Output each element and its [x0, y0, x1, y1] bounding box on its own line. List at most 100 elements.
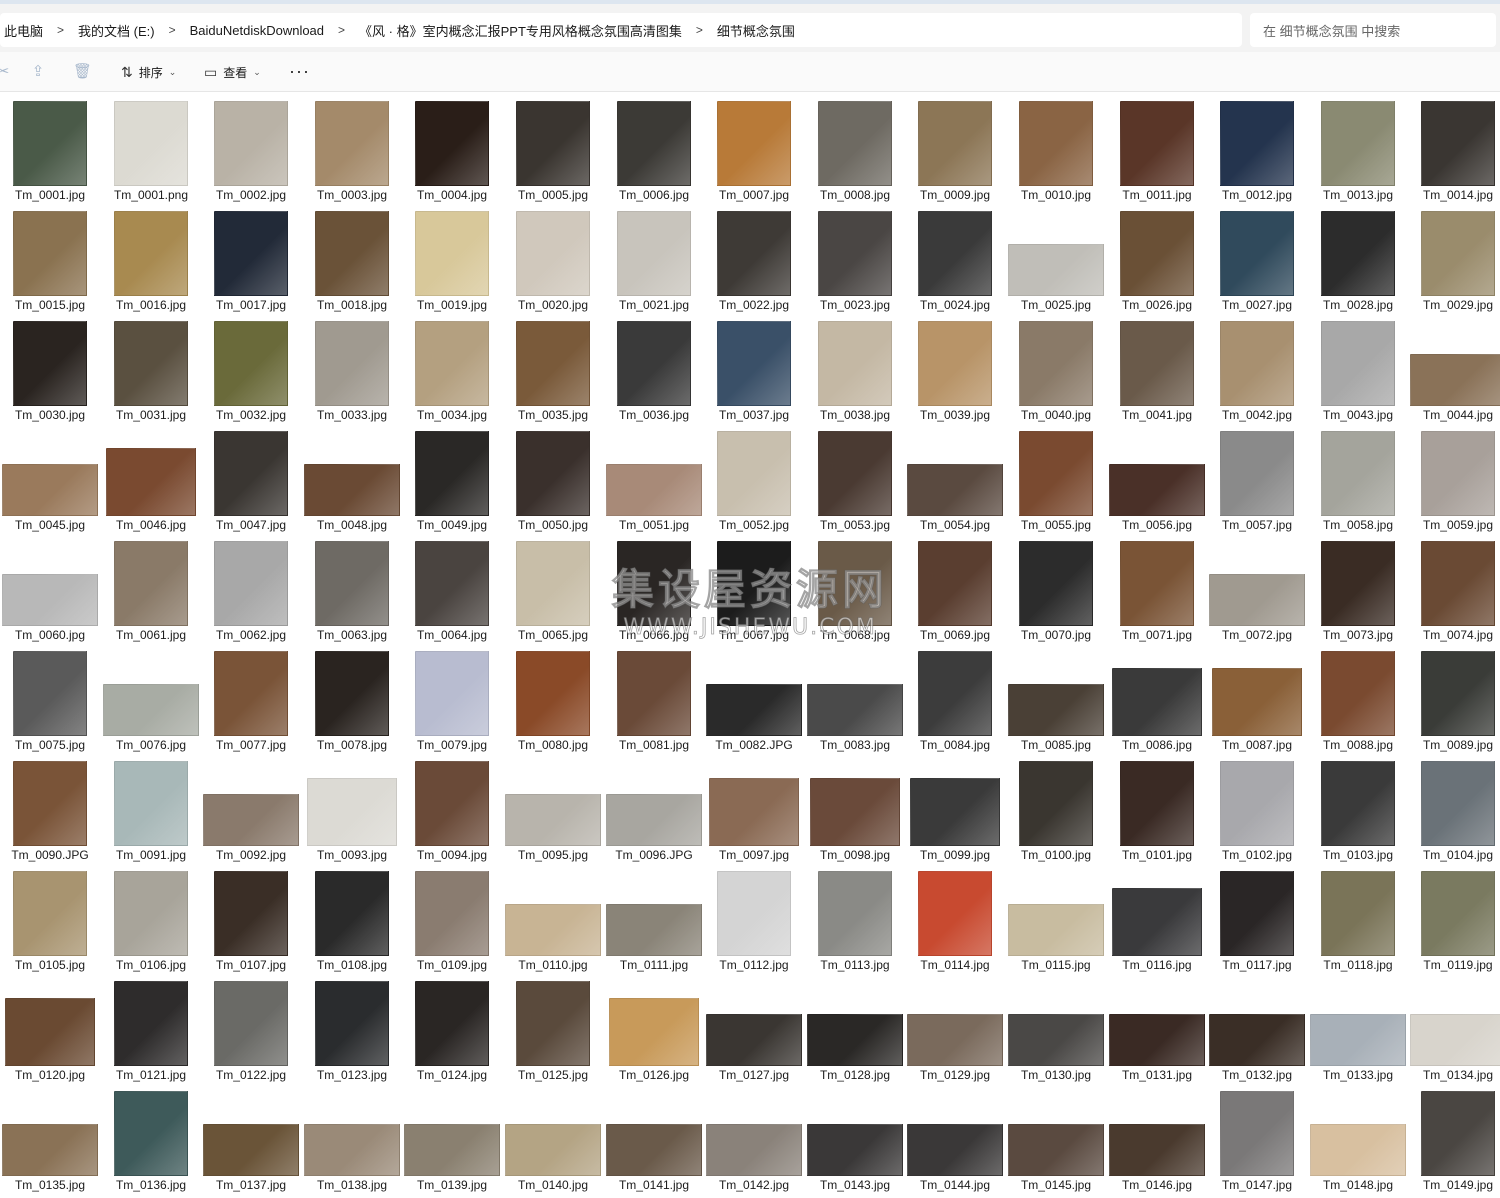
- file-item[interactable]: Tm_0112.jpg: [704, 864, 804, 974]
- file-item[interactable]: Tm_0022.jpg: [704, 204, 804, 314]
- file-item[interactable]: Tm_0067.jpg: [704, 534, 804, 644]
- file-item[interactable]: Tm_0037.jpg: [704, 314, 804, 424]
- file-item[interactable]: Tm_0125.jpg: [503, 974, 603, 1084]
- file-item[interactable]: Tm_0012.jpg: [1207, 94, 1307, 204]
- file-item[interactable]: Tm_0076.jpg: [101, 644, 201, 754]
- file-item[interactable]: Tm_0002.jpg: [201, 94, 301, 204]
- file-item[interactable]: Tm_0131.jpg: [1107, 974, 1207, 1084]
- file-item[interactable]: Tm_0026.jpg: [1107, 204, 1207, 314]
- file-item[interactable]: Tm_0055.jpg: [1006, 424, 1106, 534]
- file-item[interactable]: Tm_0045.jpg: [0, 424, 100, 534]
- file-item[interactable]: Tm_0052.jpg: [704, 424, 804, 534]
- file-item[interactable]: Tm_0041.jpg: [1107, 314, 1207, 424]
- file-item[interactable]: Tm_0142.jpg: [704, 1084, 804, 1194]
- file-item[interactable]: Tm_0099.jpg: [905, 754, 1005, 864]
- file-item[interactable]: Tm_0069.jpg: [905, 534, 1005, 644]
- file-item[interactable]: Tm_0035.jpg: [503, 314, 603, 424]
- file-item[interactable]: Tm_0030.jpg: [0, 314, 100, 424]
- crumb-download[interactable]: BaiduNetdiskDownload: [186, 23, 328, 38]
- file-item[interactable]: Tm_0126.jpg: [604, 974, 704, 1084]
- file-item[interactable]: Tm_0133.jpg: [1308, 974, 1408, 1084]
- file-item[interactable]: Tm_0050.jpg: [503, 424, 603, 534]
- file-item[interactable]: Tm_0046.jpg: [101, 424, 201, 534]
- file-item[interactable]: Tm_0031.jpg: [101, 314, 201, 424]
- file-item[interactable]: Tm_0080.jpg: [503, 644, 603, 754]
- file-item[interactable]: Tm_0011.jpg: [1107, 94, 1207, 204]
- file-item[interactable]: Tm_0088.jpg: [1308, 644, 1408, 754]
- file-item[interactable]: Tm_0043.jpg: [1308, 314, 1408, 424]
- file-item[interactable]: Tm_0042.jpg: [1207, 314, 1307, 424]
- file-item[interactable]: Tm_0119.jpg: [1408, 864, 1500, 974]
- file-item[interactable]: Tm_0103.jpg: [1308, 754, 1408, 864]
- file-item[interactable]: Tm_0039.jpg: [905, 314, 1005, 424]
- file-item[interactable]: Tm_0110.jpg: [503, 864, 603, 974]
- file-item[interactable]: Tm_0147.jpg: [1207, 1084, 1307, 1194]
- file-item[interactable]: Tm_0015.jpg: [0, 204, 100, 314]
- file-item[interactable]: Tm_0056.jpg: [1107, 424, 1207, 534]
- file-item[interactable]: Tm_0053.jpg: [805, 424, 905, 534]
- file-item[interactable]: Tm_0074.jpg: [1408, 534, 1500, 644]
- file-item[interactable]: Tm_0095.jpg: [503, 754, 603, 864]
- file-item[interactable]: Tm_0090.JPG: [0, 754, 100, 864]
- file-item[interactable]: Tm_0135.jpg: [0, 1084, 100, 1194]
- file-item[interactable]: Tm_0038.jpg: [805, 314, 905, 424]
- crumb-drive[interactable]: 我的文档 (E:): [74, 21, 159, 40]
- file-item[interactable]: Tm_0077.jpg: [201, 644, 301, 754]
- file-item[interactable]: Tm_0017.jpg: [201, 204, 301, 314]
- file-item[interactable]: Tm_0117.jpg: [1207, 864, 1307, 974]
- file-item[interactable]: Tm_0107.jpg: [201, 864, 301, 974]
- file-item[interactable]: Tm_0078.jpg: [302, 644, 402, 754]
- file-item[interactable]: Tm_0101.jpg: [1107, 754, 1207, 864]
- crumb-collection[interactable]: 《风 · 格》室内概念汇报PPT专用风格概念氛围高清图集: [355, 21, 686, 40]
- file-item[interactable]: Tm_0068.jpg: [805, 534, 905, 644]
- file-item[interactable]: Tm_0007.jpg: [704, 94, 804, 204]
- crumb-this-pc[interactable]: 此电脑: [0, 21, 47, 40]
- chevron-right-icon[interactable]: >: [47, 23, 74, 37]
- file-item[interactable]: Tm_0058.jpg: [1308, 424, 1408, 534]
- file-item[interactable]: Tm_0014.jpg: [1408, 94, 1500, 204]
- file-item[interactable]: Tm_0091.jpg: [101, 754, 201, 864]
- file-item[interactable]: Tm_0057.jpg: [1207, 424, 1307, 534]
- sort-button[interactable]: ⇅ 排序 ⌄: [121, 62, 176, 82]
- file-item[interactable]: Tm_0049.jpg: [402, 424, 502, 534]
- file-item[interactable]: Tm_0140.jpg: [503, 1084, 603, 1194]
- file-item[interactable]: Tm_0008.jpg: [805, 94, 905, 204]
- file-item[interactable]: Tm_0123.jpg: [302, 974, 402, 1084]
- file-item[interactable]: Tm_0104.jpg: [1408, 754, 1500, 864]
- file-item[interactable]: Tm_0019.jpg: [402, 204, 502, 314]
- crumb-current-folder[interactable]: 细节概念氛围: [713, 21, 799, 40]
- file-item[interactable]: Tm_0097.jpg: [704, 754, 804, 864]
- file-item[interactable]: Tm_0073.jpg: [1308, 534, 1408, 644]
- file-item[interactable]: Tm_0006.jpg: [604, 94, 704, 204]
- file-item[interactable]: Tm_0065.jpg: [503, 534, 603, 644]
- file-item[interactable]: Tm_0010.jpg: [1006, 94, 1106, 204]
- file-item[interactable]: Tm_0047.jpg: [201, 424, 301, 534]
- file-item[interactable]: Tm_0033.jpg: [302, 314, 402, 424]
- file-item[interactable]: Tm_0102.jpg: [1207, 754, 1307, 864]
- file-item[interactable]: Tm_0109.jpg: [402, 864, 502, 974]
- file-item[interactable]: Tm_0021.jpg: [604, 204, 704, 314]
- file-item[interactable]: Tm_0060.jpg: [0, 534, 100, 644]
- file-item[interactable]: Tm_0116.jpg: [1107, 864, 1207, 974]
- chevron-right-icon[interactable]: >: [686, 23, 713, 37]
- chevron-right-icon[interactable]: >: [159, 23, 186, 37]
- file-item[interactable]: Tm_0001.jpg: [0, 94, 100, 204]
- file-item[interactable]: Tm_0136.jpg: [101, 1084, 201, 1194]
- file-item[interactable]: Tm_0128.jpg: [805, 974, 905, 1084]
- file-item[interactable]: Tm_0001.png: [101, 94, 201, 204]
- file-item[interactable]: Tm_0044.jpg: [1408, 314, 1500, 424]
- file-item[interactable]: Tm_0134.jpg: [1408, 974, 1500, 1084]
- file-item[interactable]: Tm_0054.jpg: [905, 424, 1005, 534]
- file-item[interactable]: Tm_0120.jpg: [0, 974, 100, 1084]
- breadcrumb[interactable]: 此电脑 > 我的文档 (E:) > BaiduNetdiskDownload >…: [0, 13, 1242, 47]
- file-item[interactable]: Tm_0092.jpg: [201, 754, 301, 864]
- file-item[interactable]: Tm_0025.jpg: [1006, 204, 1106, 314]
- file-item[interactable]: Tm_0139.jpg: [402, 1084, 502, 1194]
- file-item[interactable]: Tm_0093.jpg: [302, 754, 402, 864]
- file-item[interactable]: Tm_0075.jpg: [0, 644, 100, 754]
- file-item[interactable]: Tm_0004.jpg: [402, 94, 502, 204]
- file-item[interactable]: Tm_0061.jpg: [101, 534, 201, 644]
- file-item[interactable]: Tm_0063.jpg: [302, 534, 402, 644]
- file-item[interactable]: Tm_0089.jpg: [1408, 644, 1500, 754]
- file-item[interactable]: Tm_0083.jpg: [805, 644, 905, 754]
